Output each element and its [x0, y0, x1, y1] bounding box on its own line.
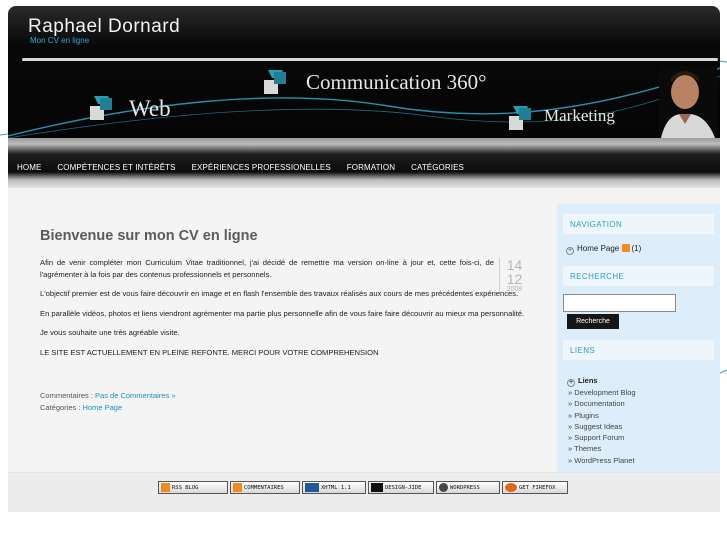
badge-wordpress[interactable]: WORDPRESS — [436, 481, 500, 494]
nav-item-categories[interactable]: CATÉGORIES — [403, 158, 472, 180]
nav-item-competences[interactable]: COMPÉTENCES ET INTÉRÊTS — [49, 158, 183, 180]
link-item[interactable]: » Development Blog — [567, 387, 636, 398]
home-page-count: (1) — [631, 244, 642, 253]
post-body: Afin de venir compléter mon Curriculum V… — [40, 257, 526, 366]
banner-communication-text: Communication 360° — [306, 70, 487, 94]
post-paragraph: Je vous souhaite une très agréable visit… — [40, 328, 180, 337]
badge-xhtml[interactable]: XHTML 1.1 — [302, 481, 366, 494]
site-title[interactable]: Raphael Dornard — [28, 16, 180, 38]
post-meta: Commentaires : Pas de Commentaires » Cat… — [40, 390, 175, 414]
badge-commentaires[interactable]: COMMENTAIRES — [230, 481, 300, 494]
link-item[interactable]: » WordPress Planet — [567, 455, 636, 466]
post-paragraph: En parallèle vidéos, photos et liens vie… — [40, 308, 525, 318]
sidebar-item-home-page: + Home Page (1) — [566, 244, 641, 255]
links-heading: LIENS — [563, 340, 714, 360]
link-item[interactable]: » Suggest Ideas — [567, 421, 636, 432]
main-content: Bienvenue sur mon CV en ligne 14 12 2008… — [8, 204, 556, 472]
badge-design-jide[interactable]: DESIGN-JIDE — [368, 481, 434, 494]
expand-icon[interactable]: + — [566, 247, 574, 255]
link-item[interactable]: » Themes — [567, 443, 636, 454]
navigation-heading: NAVIGATION — [563, 214, 714, 234]
home-page-link[interactable]: Home Page — [577, 244, 619, 253]
cube-icon — [264, 70, 286, 94]
firefox-icon — [505, 483, 517, 492]
main-navigation: HOME COMPÉTENCES ET INTÉRÊTS EXPÉRIENCES… — [8, 158, 472, 180]
site-footer: RSS BLOG COMMENTAIRES XHTML 1.1 DESIGN-J… — [8, 472, 720, 512]
banner-web-text: Web — [129, 96, 171, 121]
nav-item-formation[interactable]: FORMATION — [339, 158, 403, 180]
rss-icon — [233, 483, 242, 492]
site-subtitle: Mon CV en ligne — [30, 36, 90, 45]
link-item[interactable]: » Documentation — [567, 398, 636, 409]
w3c-icon — [305, 483, 319, 492]
header-divider — [22, 58, 718, 61]
post-paragraph: LE SITE EST ACTUELLEMENT EN PLEINE REFON… — [40, 347, 379, 357]
profile-photo — [659, 66, 717, 138]
comments-link[interactable]: Pas de Commentaires » — [95, 391, 175, 400]
banner-marketing-text: Marketing — [544, 106, 615, 125]
rss-icon[interactable] — [622, 244, 631, 252]
rss-icon — [161, 483, 170, 492]
categories-label: Catégories : — [40, 403, 81, 412]
nav-item-home[interactable]: HOME — [8, 158, 49, 180]
post-paragraph: L'objectif premier est de vous faire déc… — [40, 289, 519, 298]
category-link[interactable]: Home Page — [83, 403, 123, 412]
search-button[interactable]: Recherche — [567, 314, 619, 329]
nav-item-experiences[interactable]: EXPÉRIENCES PROFESSIONELLES — [184, 158, 339, 180]
footer-badges: RSS BLOG COMMENTAIRES XHTML 1.1 DESIGN-J… — [158, 481, 568, 494]
post-paragraph: Afin de venir compléter mon Curriculum V… — [40, 258, 494, 279]
search-input[interactable] — [563, 294, 676, 312]
badge-get-firefox[interactable]: GET FIREFOX — [502, 481, 568, 494]
cube-icon — [90, 96, 112, 120]
comments-label: Commentaires : — [40, 391, 93, 400]
site-header: Raphael Dornard Mon CV en ligne Web Comm… — [8, 6, 720, 138]
wordpress-icon — [439, 483, 448, 492]
links-list: + Liens » Development Blog » Documentatio… — [567, 375, 636, 466]
sidebar: NAVIGATION + Home Page (1) RECHERCHE Rech… — [557, 204, 720, 472]
page-container: Raphael Dornard Mon CV en ligne Web Comm… — [8, 6, 720, 512]
search-heading: RECHERCHE — [563, 266, 714, 286]
links-group-title: + Liens — [567, 376, 598, 387]
design-icon — [371, 483, 383, 492]
expand-icon[interactable]: + — [567, 379, 575, 387]
link-item[interactable]: » Support Forum — [567, 432, 636, 443]
badge-rss-blog[interactable]: RSS BLOG — [158, 481, 228, 494]
post-title[interactable]: Bienvenue sur mon CV en ligne — [40, 228, 258, 244]
link-item[interactable]: » Plugins — [567, 410, 636, 421]
cube-icon — [509, 106, 531, 130]
